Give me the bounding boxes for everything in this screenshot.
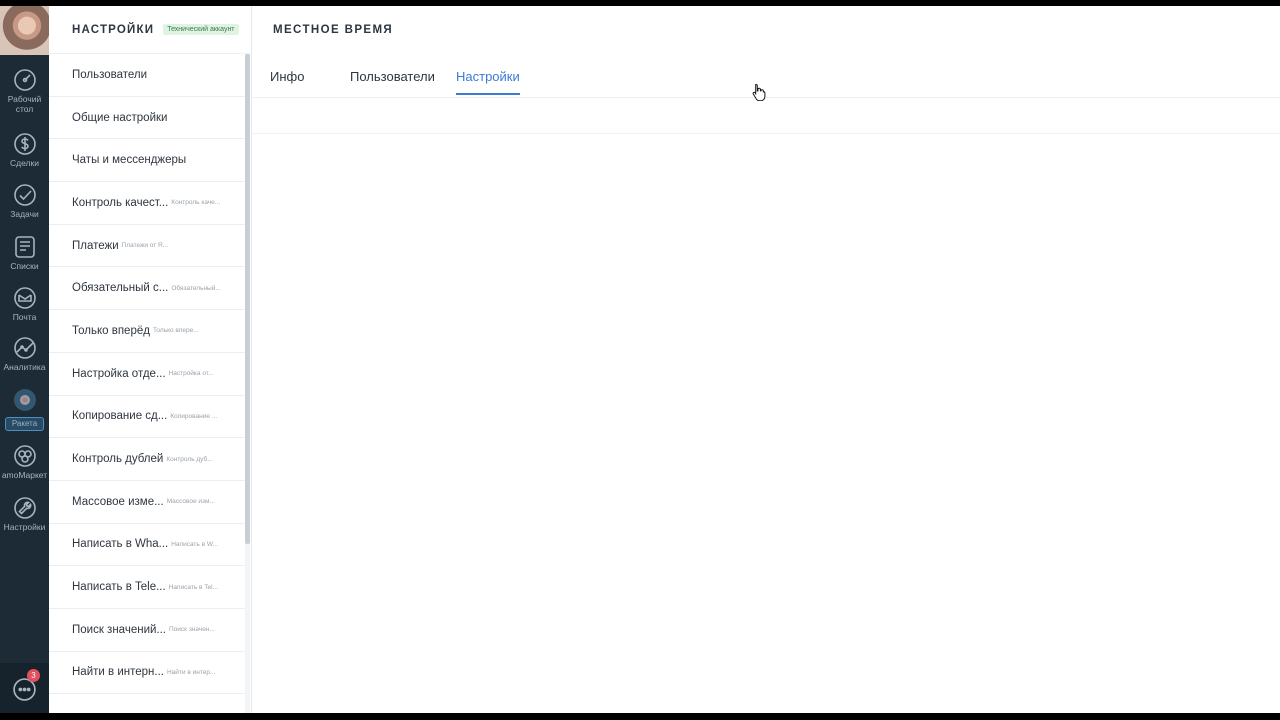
nav-label-tasks: Задачи [10,209,39,219]
hand-cursor-icon [752,83,766,101]
settings-list-item-label: Общие настройки [72,111,168,124]
user-avatar[interactable] [0,6,49,55]
settings-list-item-label: Поиск значений... [72,623,166,636]
settings-list-item[interactable]: Настройка отде... Настройка от... [49,353,245,396]
nav-label-lists: Списки [10,261,39,271]
wrench-icon [13,497,36,519]
settings-list-item-label: Найти в интерн... [72,666,164,679]
settings-list-item[interactable]: Копирование сд... Копирование ... [49,396,245,439]
check-icon [13,184,36,206]
settings-list-item-description: Массовое изм... [166,498,215,506]
settings-list-item-label: Настройка отде... [72,367,166,380]
settings-list-item[interactable]: Написать в Wha... Написать в W... [49,524,245,567]
nav-rail: Рабочий стол Сделки Задачи Списки Почта … [0,6,49,713]
settings-list-item[interactable]: Обязательный с... Обязательный... [49,267,245,311]
settings-list-item[interactable]: Найти в интерн... Найти в интер... [49,652,245,695]
tab-bar: Инфо Пользователи Настройки [252,54,1280,98]
nav-label-settings: Настройки [3,522,46,532]
market-icon [13,445,36,467]
list-icon [14,236,35,258]
settings-list-item-label: Только вперёд [72,324,150,337]
nav-item-market[interactable]: amoМаркет [0,444,49,480]
settings-list-item-label: Обязательный с... [72,282,169,295]
nav-label-market: amoМаркет [1,470,48,480]
settings-list-item[interactable]: Написать в Tele... Написать в Tel... [49,566,245,609]
chat-launcher[interactable]: 3 [0,663,49,713]
dashboard-icon [13,69,36,91]
settings-list-item-label: Написать в Tele... [72,581,166,594]
settings-list-item-label: Копирование сд... [72,410,168,423]
dollar-icon [13,133,36,155]
nav-label-rocket: Ракета [4,417,45,431]
nav-item-tasks[interactable]: Задачи [0,183,49,219]
nav-item-deals[interactable]: Сделки [0,132,49,168]
settings-list-item-description: Обязательный... [171,284,221,292]
settings-list-item-description: Копирование ... [170,412,218,420]
settings-list-item-description: Написать в Tel... [168,583,219,591]
settings-list-item-label: Чаты и мессенджеры [72,154,187,167]
nav-item-analytics[interactable]: Аналитика [0,336,49,372]
settings-list-item[interactable]: Только вперёд Только впере... [49,310,245,353]
rocket-icon [13,389,36,411]
settings-list: Пользователи Общие настройки Чаты и мессен… [49,54,245,695]
settings-list-item-description: Поиск значен... [169,626,215,634]
settings-list-item-label: Платежи [72,239,119,252]
nav-item-rocket[interactable]: Ракета [0,388,49,431]
settings-list-item-description: Контроль каче... [171,199,221,207]
settings-list-item[interactable]: Поиск значений... Поиск значен... [49,609,245,652]
tab-content-toolbar [252,98,1280,134]
settings-list-item-label: Пользователи [72,68,148,81]
tab-settings[interactable]: Настройки [456,69,520,95]
settings-list-item-description: Написать в W... [171,540,219,548]
nav-item-settings[interactable]: Настройки [0,496,49,532]
page-title: МЕСТНОЕ ВРЕМЯ [273,24,394,36]
account-type-badge: Технический аккаунт [163,24,239,35]
settings-list-item[interactable]: Пользователи [49,54,245,97]
sidebar-scrollbar-thumb[interactable] [245,54,250,544]
nav-item-lists[interactable]: Списки [0,235,49,271]
settings-list-item[interactable]: Массовое изме... Массовое изм... [49,481,245,524]
settings-list-item-description: Найти в интер... [166,668,216,676]
settings-list-item[interactable]: Контроль качест... Контроль каче... [49,182,245,225]
tab-users[interactable]: Пользователи [350,69,435,93]
chat-unread-badge: 3 [27,669,40,682]
analytics-icon [13,337,36,359]
sidebar-scrollbar[interactable] [245,54,250,713]
settings-list-item-label: Массовое изме... [72,495,164,508]
settings-title: НАСТРОЙКИ [72,23,155,36]
settings-list-item-description: Только впере... [152,327,199,335]
settings-list-item[interactable]: Контроль дублей Контроль дуб... [49,438,245,481]
nav-item-dashboard[interactable]: Рабочий стол [0,68,49,114]
settings-list-item-description: Настройка от... [168,370,214,378]
settings-list-item-description: Платежи от R... [121,242,169,250]
settings-header: НАСТРОЙКИ Технический аккаунт [49,6,251,54]
settings-list-item-label: Контроль качест... [72,196,169,209]
settings-list-item-label: Написать в Wha... [72,538,169,551]
nav-label-dashboard: Рабочий стол [7,94,42,114]
main-content: МЕСТНОЕ ВРЕМЯ Инфо Пользователи Настройк… [252,6,1280,713]
settings-list-item[interactable]: Платежи Платежи от R... [49,225,245,268]
settings-list-item[interactable]: Чаты и мессенджеры [49,139,245,183]
nav-label-deals: Сделки [10,158,39,168]
app-window: Рабочий стол Сделки Задачи Списки Почта … [0,6,1280,713]
nav-item-mail[interactable]: Почта [0,286,49,322]
settings-list-item[interactable]: Общие настройки [49,97,245,140]
settings-sidebar: НАСТРОЙКИ Технический аккаунт Пользовате… [49,6,252,713]
settings-list-item-description: Контроль дуб... [166,455,213,463]
settings-list-item-label: Контроль дублей [72,453,164,466]
tab-info[interactable]: Инфо [270,69,304,93]
nav-label-mail: Почта [12,312,37,322]
mail-icon [13,287,36,309]
nav-label-analytics: Аналитика [3,362,46,372]
